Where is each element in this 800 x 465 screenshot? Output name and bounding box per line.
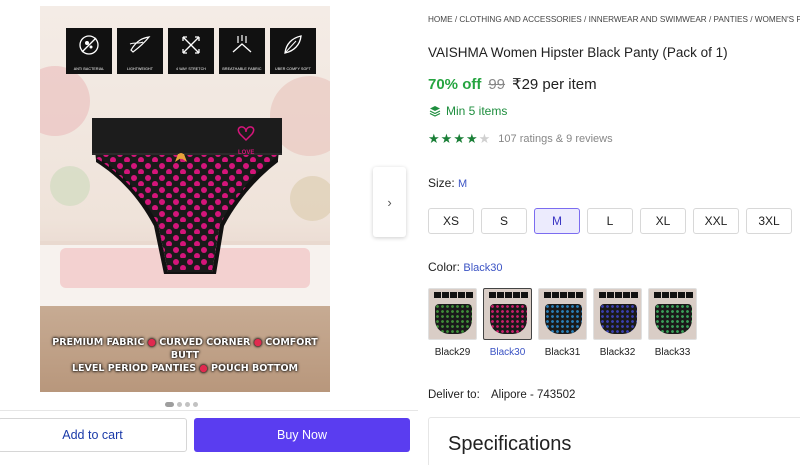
next-image-button[interactable]: › (373, 167, 406, 237)
size-heading: Size: M (428, 176, 467, 190)
caption-line: LEVEL PERIOD PANTIES ● POUCH BOTTOM (72, 363, 298, 374)
anti-bacterial-icon (79, 35, 99, 55)
min-quantity: Min 5 items (429, 104, 507, 118)
color-thumbnail[interactable] (593, 288, 642, 340)
color-options: Black29 Black30 Black31 Black32 Black33 (428, 288, 697, 358)
color-option-label: Black29 (434, 347, 471, 358)
breathable-icon (232, 35, 252, 53)
layers-icon (429, 106, 441, 117)
image-caption: PREMIUM FABRIC ● CURVED CORNER ● COMFORT… (40, 336, 330, 375)
leaf-icon (284, 35, 302, 54)
decor-flower (40, 66, 90, 136)
carousel-dot[interactable] (185, 402, 190, 407)
color-option-black30[interactable]: Black30 (483, 288, 532, 358)
divider (0, 410, 418, 411)
feather-icon (129, 36, 151, 53)
color-option-label: Black32 (599, 347, 636, 358)
color-thumbnail[interactable] (483, 288, 532, 340)
size-option-xxl[interactable]: XXL (693, 208, 739, 234)
feature-badge: ANTI BACTERIAL (66, 28, 112, 74)
decor-flower (50, 166, 90, 206)
selected-color: Black30 (463, 262, 503, 274)
star-icon: ★ (440, 131, 453, 146)
caption-line: PREMIUM FABRIC ● CURVED CORNER ● COMFORT… (52, 337, 318, 361)
color-option-label: Black31 (544, 347, 581, 358)
feature-label: 4 WAY STRETCH (176, 67, 206, 71)
star-icon: ★ (453, 131, 465, 146)
discount-percent: 70% off (428, 76, 482, 93)
product-image[interactable]: ANTI BACTERIAL LIGHTWEIGHT 4 WAY STRETCH… (40, 6, 330, 392)
star-icon: ★ (465, 131, 478, 146)
color-label: Color: (428, 260, 461, 274)
selected-size: M (458, 178, 468, 190)
feature-label: LIGHTWEIGHT (126, 67, 154, 71)
price-row: 70% off 99 ₹29 per item (428, 75, 597, 93)
carousel-dots (165, 402, 198, 407)
size-option-xl[interactable]: XL (640, 208, 686, 234)
feature-badge: BREATHABLE FABRIC (219, 28, 265, 74)
carousel-dot[interactable] (165, 402, 174, 407)
size-option-3xl[interactable]: 3XL (746, 208, 792, 234)
add-to-cart-button[interactable]: Add to cart (0, 418, 187, 452)
color-option-black29[interactable]: Black29 (428, 288, 477, 358)
size-option-l[interactable]: L (587, 208, 633, 234)
color-option-label: Black30 (489, 347, 526, 358)
rating-stars: ★ ★ ★ ★ ★ (428, 132, 490, 146)
feature-label: UBER COMFY SOFT (275, 67, 311, 71)
feature-badge: LIGHTWEIGHT (117, 28, 163, 74)
color-heading: Color: Black30 (428, 260, 503, 274)
color-thumbnail[interactable] (648, 288, 697, 340)
star-icon: ★ (478, 131, 491, 146)
size-option-m[interactable]: M (534, 208, 580, 234)
feature-badge: UBER COMFY SOFT (270, 28, 316, 74)
min-quantity-label: Min 5 items (446, 104, 508, 118)
size-option-s[interactable]: S (481, 208, 527, 234)
color-option-black32[interactable]: Black32 (593, 288, 642, 358)
color-thumbnail[interactable] (428, 288, 477, 340)
feature-badge: 4 WAY STRETCH (168, 28, 214, 74)
size-label: Size: (428, 176, 455, 190)
size-options: XS S M L XL XXL 3XL (428, 208, 792, 234)
product-title: VAISHMA Women Hipster Black Panty (Pack … (428, 45, 728, 60)
size-option-xs[interactable]: XS (428, 208, 474, 234)
feature-label: BREATHABLE FABRIC (222, 67, 262, 71)
buy-now-button[interactable]: Buy Now (194, 418, 410, 452)
color-option-black31[interactable]: Black31 (538, 288, 587, 358)
breadcrumb[interactable]: HOME / CLOTHING AND ACCESSORIES / INNERW… (428, 15, 800, 24)
carousel-dot[interactable] (193, 402, 198, 407)
delivery-info[interactable]: Deliver to: Alipore - 743502 (428, 389, 575, 401)
delivery-label: Deliver to: (428, 389, 480, 401)
feature-label: ANTI BACTERIAL (73, 67, 105, 71)
stretch-arrows-icon (182, 36, 200, 54)
original-price: 99 (488, 76, 506, 93)
feature-badges: ANTI BACTERIAL LIGHTWEIGHT 4 WAY STRETCH… (66, 28, 316, 74)
specifications-title[interactable]: Specifications (448, 433, 571, 456)
rating-row[interactable]: ★ ★ ★ ★ ★ 107 ratings & 9 reviews (428, 132, 613, 146)
decor-flower (290, 176, 330, 221)
star-icon: ★ (428, 131, 440, 146)
carousel-dot[interactable] (177, 402, 182, 407)
delivery-location[interactable]: Alipore - 743502 (491, 389, 575, 401)
chevron-right-icon: › (387, 194, 392, 210)
selling-price: ₹29 per item (512, 76, 597, 93)
rating-count[interactable]: 107 ratings & 9 reviews (498, 133, 612, 145)
brand-mark: LOVE (238, 150, 255, 156)
panty-product-photo (92, 118, 282, 274)
color-option-label: Black33 (654, 347, 691, 358)
color-option-black33[interactable]: Black33 (648, 288, 697, 358)
color-thumbnail[interactable] (538, 288, 587, 340)
